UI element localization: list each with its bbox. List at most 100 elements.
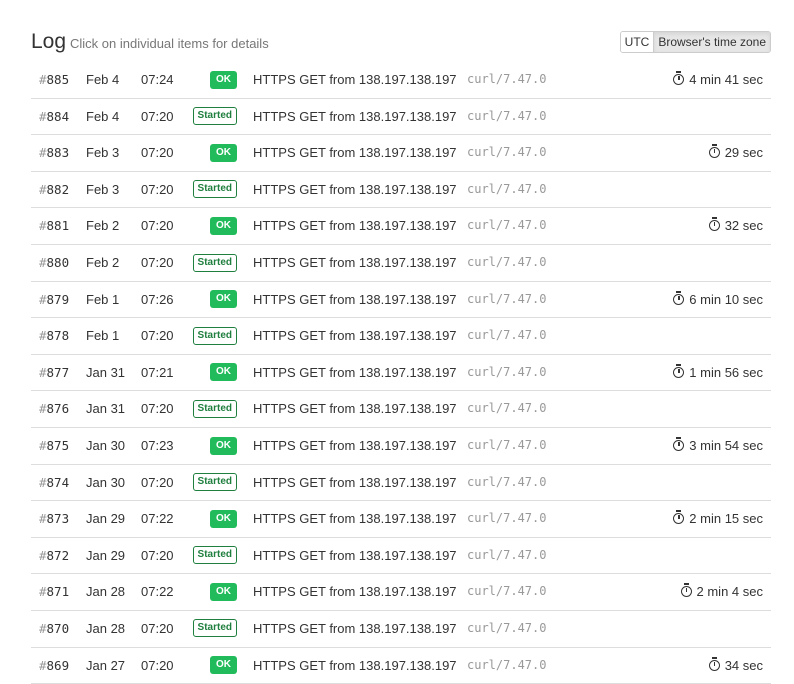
log-description: HTTPS GET from 138.197.138.197 <box>253 318 457 353</box>
log-id: #874 <box>39 465 69 500</box>
hash-symbol: # <box>39 438 47 453</box>
browser-timezone-button[interactable]: Browser's time zone <box>653 32 770 52</box>
log-id-number: 878 <box>47 328 70 343</box>
log-row[interactable]: #885Feb 407:24OKHTTPS GET from 138.197.1… <box>31 62 771 99</box>
status-cell: Started <box>181 172 237 207</box>
status-badge: Started <box>193 327 237 345</box>
user-agent: curl/7.47.0 <box>467 465 546 500</box>
stopwatch-icon <box>709 220 720 231</box>
log-description: HTTPS GET from 138.197.138.197 <box>253 648 457 683</box>
status-cell: OK <box>181 355 237 390</box>
log-id-number: 879 <box>47 292 70 307</box>
log-id: #883 <box>39 135 69 170</box>
user-agent: curl/7.47.0 <box>467 62 546 97</box>
log-row[interactable]: #877Jan 3107:21OKHTTPS GET from 138.197.… <box>31 355 771 392</box>
log-row[interactable]: #882Feb 307:20StartedHTTPS GET from 138.… <box>31 172 771 209</box>
log-id: #885 <box>39 62 69 97</box>
status-badge: Started <box>193 180 237 198</box>
log-time: 07:26 <box>141 282 174 317</box>
log-description: HTTPS GET from 138.197.138.197 <box>253 428 457 463</box>
log-row[interactable]: #875Jan 3007:23OKHTTPS GET from 138.197.… <box>31 428 771 465</box>
stopwatch-icon <box>673 367 684 378</box>
log-date: Jan 29 <box>86 501 125 536</box>
log-id: #881 <box>39 208 69 243</box>
log-description: HTTPS GET from 138.197.138.197 <box>253 62 457 97</box>
status-cell: OK <box>181 282 237 317</box>
log-id-number: 872 <box>47 548 70 563</box>
hash-symbol: # <box>39 621 47 636</box>
log-date: Jan 27 <box>86 648 125 683</box>
log-id-number: 870 <box>47 621 70 636</box>
log-date: Jan 30 <box>86 465 125 500</box>
log-date: Feb 2 <box>86 208 119 243</box>
log-id-number: 876 <box>47 401 70 416</box>
log-id: #882 <box>39 172 69 207</box>
status-badge: Started <box>193 546 237 564</box>
duration-text: 32 sec <box>725 218 763 233</box>
log-id: #876 <box>39 391 69 426</box>
log-id: #870 <box>39 611 69 646</box>
status-cell: OK <box>181 208 237 243</box>
status-badge: Started <box>193 619 237 637</box>
duration: 1 min 56 sec <box>673 355 763 390</box>
log-time: 07:22 <box>141 501 174 536</box>
duration-text: 3 min 54 sec <box>689 438 763 453</box>
log-description: HTTPS GET from 138.197.138.197 <box>253 538 457 573</box>
log-row[interactable]: #884Feb 407:20StartedHTTPS GET from 138.… <box>31 99 771 136</box>
user-agent: curl/7.47.0 <box>467 611 546 646</box>
log-time: 07:20 <box>141 135 174 170</box>
hash-symbol: # <box>39 658 47 673</box>
log-id: #871 <box>39 574 69 609</box>
hash-symbol: # <box>39 401 47 416</box>
log-row[interactable]: #873Jan 2907:22OKHTTPS GET from 138.197.… <box>31 501 771 538</box>
status-badge: Started <box>193 107 237 125</box>
log-id-number: 881 <box>47 218 70 233</box>
log-date: Feb 4 <box>86 62 119 97</box>
status-badge: OK <box>210 71 237 89</box>
hash-symbol: # <box>39 292 47 307</box>
log-row[interactable]: #883Feb 307:20OKHTTPS GET from 138.197.1… <box>31 135 771 172</box>
log-id-number: 882 <box>47 182 70 197</box>
log-row[interactable]: #876Jan 3107:20StartedHTTPS GET from 138… <box>31 391 771 428</box>
log-id-number: 877 <box>47 365 70 380</box>
log-id-number: 874 <box>47 475 70 490</box>
status-cell: OK <box>181 428 237 463</box>
log-row[interactable]: #880Feb 207:20StartedHTTPS GET from 138.… <box>31 245 771 282</box>
log-row[interactable]: #870Jan 2807:20StartedHTTPS GET from 138… <box>31 611 771 648</box>
duration-text: 4 min 41 sec <box>689 72 763 87</box>
log-row[interactable]: #869Jan 2707:20OKHTTPS GET from 138.197.… <box>31 648 771 684</box>
duration-text: 34 sec <box>725 658 763 673</box>
hash-symbol: # <box>39 182 47 197</box>
timezone-toggle: UTC Browser's time zone <box>620 31 771 53</box>
status-cell: Started <box>181 391 237 426</box>
log-description: HTTPS GET from 138.197.138.197 <box>253 172 457 207</box>
log-header: Log Click on individual items for detail… <box>31 30 771 56</box>
duration: 3 min 54 sec <box>673 428 763 463</box>
utc-button[interactable]: UTC <box>621 32 654 52</box>
log-date: Jan 30 <box>86 428 125 463</box>
log-time: 07:20 <box>141 538 174 573</box>
log-date: Jan 28 <box>86 574 125 609</box>
duration-text: 29 sec <box>725 145 763 160</box>
log-description: HTTPS GET from 138.197.138.197 <box>253 465 457 500</box>
log-row[interactable]: #872Jan 2907:20StartedHTTPS GET from 138… <box>31 538 771 575</box>
status-badge: OK <box>210 363 237 381</box>
hash-symbol: # <box>39 109 47 124</box>
log-row[interactable]: #881Feb 207:20OKHTTPS GET from 138.197.1… <box>31 208 771 245</box>
log-row[interactable]: #874Jan 3007:20StartedHTTPS GET from 138… <box>31 465 771 502</box>
log-time: 07:21 <box>141 355 174 390</box>
log-row[interactable]: #871Jan 2807:22OKHTTPS GET from 138.197.… <box>31 574 771 611</box>
status-cell: Started <box>181 318 237 353</box>
log-row[interactable]: #878Feb 107:20StartedHTTPS GET from 138.… <box>31 318 771 355</box>
status-cell: OK <box>181 574 237 609</box>
log-id-number: 880 <box>47 255 70 270</box>
log-time: 07:20 <box>141 611 174 646</box>
status-badge: OK <box>210 656 237 674</box>
log-id: #872 <box>39 538 69 573</box>
status-badge: OK <box>210 144 237 162</box>
user-agent: curl/7.47.0 <box>467 574 546 609</box>
log-row[interactable]: #879Feb 107:26OKHTTPS GET from 138.197.1… <box>31 282 771 319</box>
user-agent: curl/7.47.0 <box>467 208 546 243</box>
log-description: HTTPS GET from 138.197.138.197 <box>253 611 457 646</box>
status-cell: Started <box>181 538 237 573</box>
